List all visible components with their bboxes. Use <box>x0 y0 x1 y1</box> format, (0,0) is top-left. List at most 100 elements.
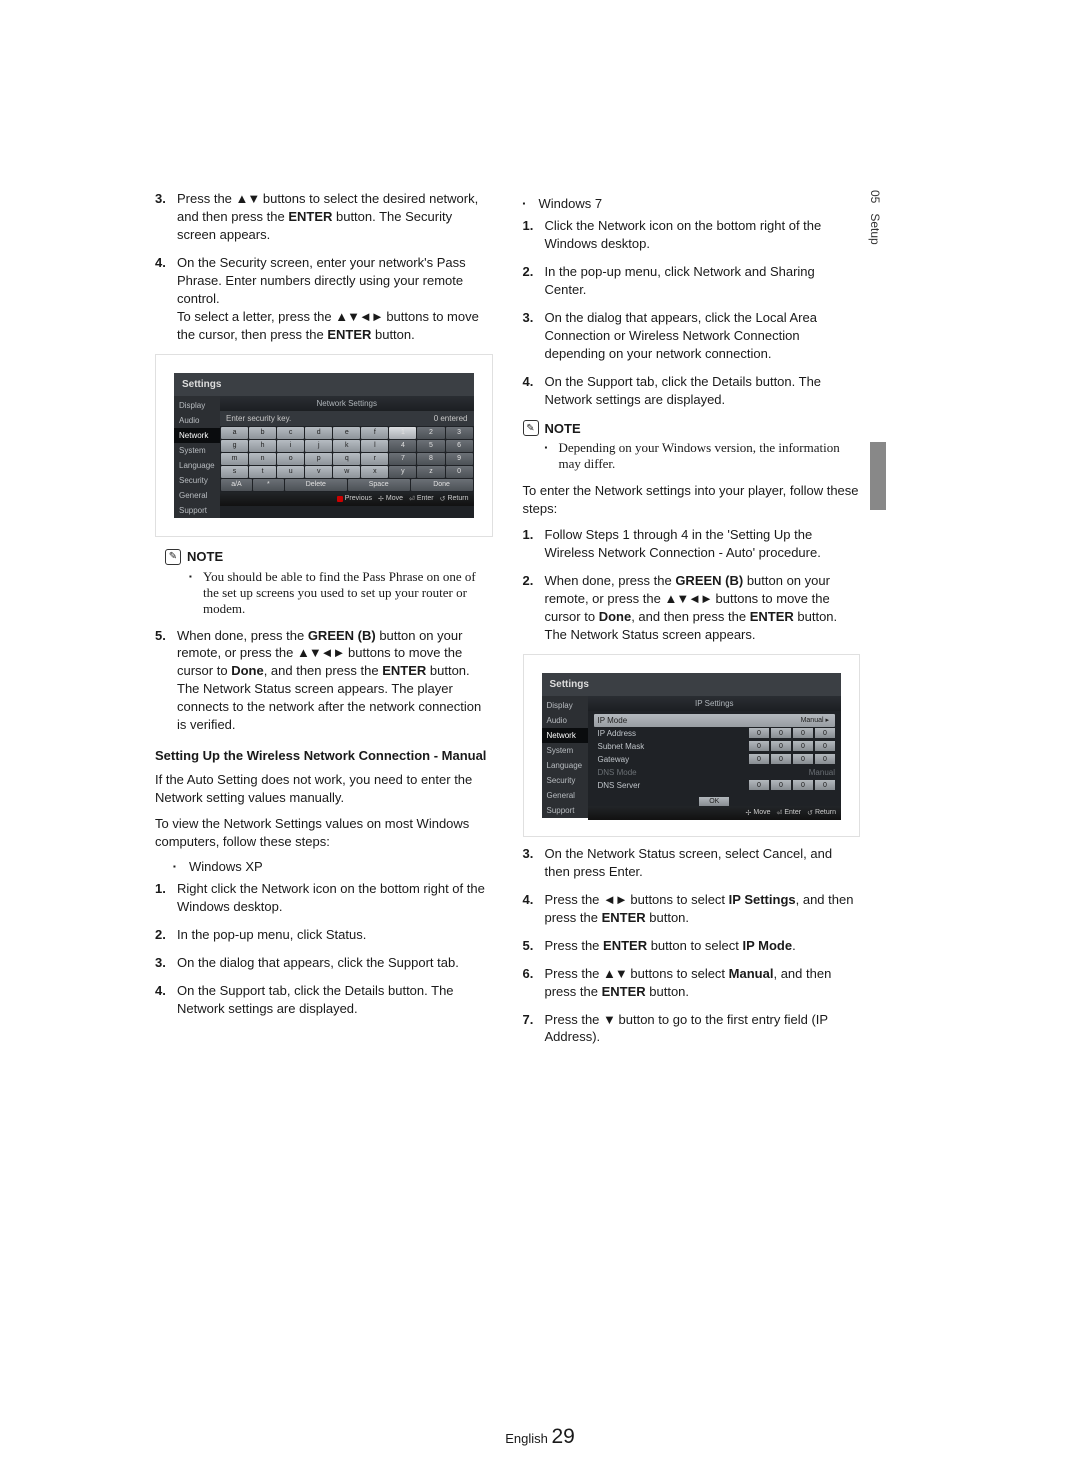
key: k <box>333 440 360 452</box>
sidebar-item: Security <box>174 473 220 488</box>
key: 4 <box>389 440 416 452</box>
step-item: 1.Follow Steps 1 through 4 in the 'Setti… <box>523 526 861 562</box>
key: r <box>361 453 388 465</box>
windows-7-steps: 1.Click the Network icon on the bottom r… <box>523 217 861 408</box>
sidebar-item: Network <box>542 728 588 743</box>
ui-screenshot-ip-settings: Settings DisplayAudioNetworkSystemLangua… <box>523 654 861 837</box>
key: a <box>221 427 248 439</box>
key: f <box>361 427 388 439</box>
step-item: 5.When done, press the GREEN (B) button … <box>155 627 493 735</box>
key: l <box>361 440 388 452</box>
sidebar-item: Language <box>174 458 220 473</box>
key: i <box>277 440 304 452</box>
sidebar-item: Audio <box>174 413 220 428</box>
subheading-manual: Setting Up the Wireless Network Connecti… <box>155 748 493 763</box>
margin-section-tab: 05 Setup <box>868 190 882 245</box>
key: 7 <box>389 453 416 465</box>
sidebar-item: System <box>542 743 588 758</box>
key: v <box>305 466 332 478</box>
key: 3 <box>446 427 473 439</box>
key: n <box>249 453 276 465</box>
sidebar-item: Network <box>174 428 220 443</box>
key: x <box>361 466 388 478</box>
footer-hint: ✢ Move <box>746 809 771 817</box>
sidebar-item: Support <box>542 803 588 818</box>
ui2-ip-rows: IP ModeManual ▸IP Address0000Subnet Mask… <box>588 711 842 795</box>
ip-row: Gateway0000 <box>594 753 836 766</box>
footer-hint: Previous <box>337 495 372 503</box>
step-item: 4.Press the ◄► buttons to select IP Sett… <box>523 891 861 927</box>
ip-row: IP ModeManual ▸ <box>594 714 836 727</box>
paragraph-manual-1: If the Auto Setting does not work, you n… <box>155 771 493 807</box>
footer-hint: ⏎ Enter <box>777 809 802 817</box>
windows-xp-heading: ▪ Windows XP <box>173 859 493 874</box>
key: 0 <box>446 466 473 478</box>
step-item: 6.Press the ▲▼ buttons to select Manual,… <box>523 965 861 1001</box>
step-item: 5.Press the ENTER button to select IP Mo… <box>523 937 861 955</box>
step-item: 3.Press the ▲▼ buttons to select the des… <box>155 190 493 244</box>
key: 8 <box>417 453 444 465</box>
margin-section-num: 05 <box>868 190 882 203</box>
sidebar-item: General <box>174 488 220 503</box>
step-item: 4.On the Support tab, click the Details … <box>155 982 493 1018</box>
square-bullet-icon: ▪ <box>523 196 539 211</box>
steps-list-c: 1.Follow Steps 1 through 4 in the 'Setti… <box>523 526 861 644</box>
key: h <box>249 440 276 452</box>
key: 6 <box>446 440 473 452</box>
windows-7-label: Windows 7 <box>539 196 603 211</box>
step-item: 3.On the Network Status screen, select C… <box>523 845 861 881</box>
key: Space <box>348 479 410 491</box>
step-item: 1.Right click the Network icon on the bo… <box>155 880 493 916</box>
ui1-title: Settings <box>174 373 474 396</box>
note-heading-1: ✎ NOTE <box>165 549 493 565</box>
key: Delete <box>285 479 347 491</box>
page-no: 29 <box>551 1425 574 1448</box>
key: b <box>249 427 276 439</box>
key: o <box>277 453 304 465</box>
sidebar-item: Display <box>174 398 220 413</box>
sidebar-item: Display <box>542 698 588 713</box>
sidebar-item: General <box>542 788 588 803</box>
right-column: ▪ Windows 7 1.Click the Network icon on … <box>523 190 861 1056</box>
ui2-footer: ✢ Move ⏎ Enter ↺ Return <box>588 806 842 820</box>
key: 2 <box>417 427 444 439</box>
key: 5 <box>417 440 444 452</box>
key: q <box>333 453 360 465</box>
note-icon: ✎ <box>165 549 181 565</box>
ip-row: DNS ModeManual <box>594 766 836 779</box>
note-heading-2: ✎ NOTE <box>523 420 861 436</box>
ip-row: IP Address0000 <box>594 727 836 740</box>
sidebar-item: Support <box>174 503 220 518</box>
footer-hint: ↺ Return <box>440 495 469 503</box>
sidebar-item: Audio <box>542 713 588 728</box>
key: c <box>277 427 304 439</box>
note-item: ▪Depending on your Windows version, the … <box>545 440 861 472</box>
key: 9 <box>446 453 473 465</box>
key: m <box>221 453 248 465</box>
step-item: 3.On the dialog that appears, click the … <box>523 309 861 363</box>
key: d <box>305 427 332 439</box>
ui1-panel-title: Network Settings <box>220 396 474 411</box>
paragraph-manual-2: To view the Network Settings values on m… <box>155 815 493 851</box>
ui2-panel-title: IP Settings <box>588 696 842 711</box>
paragraph-enter-settings: To enter the Network settings into your … <box>523 482 861 518</box>
key: u <box>277 466 304 478</box>
ui1-footer: Previous✢ Move⏎ Enter↺ Return <box>220 492 474 506</box>
footer-hint: ↺ Return <box>807 809 836 817</box>
note-icon: ✎ <box>523 420 539 436</box>
square-bullet-icon: ▪ <box>173 859 189 874</box>
margin-thumb-mark <box>870 442 886 510</box>
ui1-prompt: Enter security key. <box>226 414 291 423</box>
step-item: 4.On the Security screen, enter your net… <box>155 254 493 344</box>
ui2-title: Settings <box>542 673 842 696</box>
windows-xp-steps: 1.Right click the Network icon on the bo… <box>155 880 493 1018</box>
ui-screenshot-keyboard: Settings DisplayAudioNetworkSystemLangua… <box>155 354 493 537</box>
key: * <box>253 479 284 491</box>
ip-row: DNS Server0000 <box>594 779 836 792</box>
key: s <box>221 466 248 478</box>
key: a/A <box>221 479 252 491</box>
ui1-keyboard: abcdef123ghijkl456mnopqr789stuvwxyz0a/A*… <box>220 426 474 492</box>
ui1-sidebar: DisplayAudioNetworkSystemLanguageSecurit… <box>174 396 220 518</box>
key: j <box>305 440 332 452</box>
note-label-2: NOTE <box>545 421 581 436</box>
